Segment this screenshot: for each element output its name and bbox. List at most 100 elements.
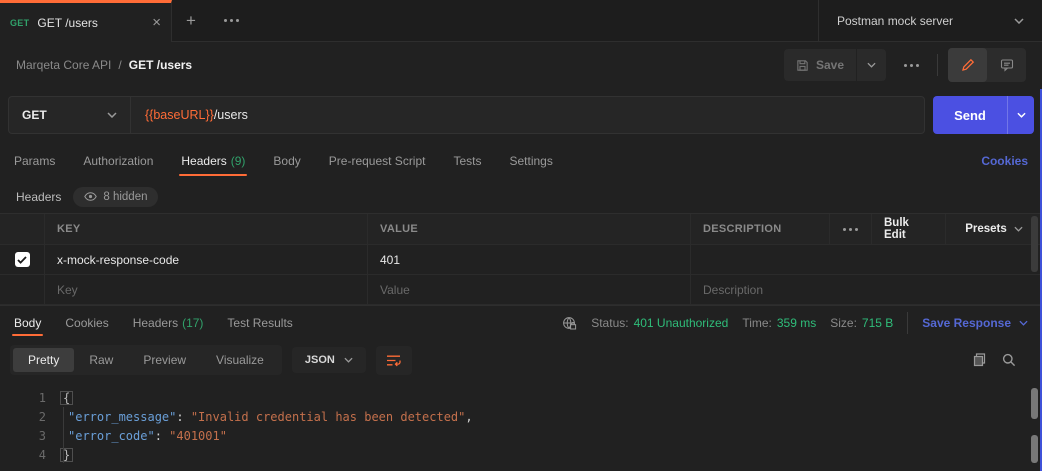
comment-button[interactable] (987, 48, 1026, 82)
table-more-button[interactable] (830, 214, 872, 244)
view-pretty-button[interactable]: Pretty (13, 348, 75, 372)
save-button-label: Save (815, 58, 844, 72)
response-tab-body-label: Body (14, 316, 42, 330)
json-separator: : (176, 409, 191, 424)
chevron-down-icon (1019, 320, 1028, 326)
response-body-editor[interactable]: 1 { 2 "error_message": "Invalid credenti… (0, 380, 1042, 464)
tab-headers[interactable]: Headers (9) (179, 142, 248, 180)
tab-authorization[interactable]: Authorization (83, 142, 153, 180)
new-value-input[interactable]: Value (368, 275, 691, 304)
line-number: 4 (38, 447, 46, 462)
row-checkbox-cell (0, 245, 45, 274)
response-tab-test-results[interactable]: Test Results (227, 306, 292, 340)
response-scrollbar-secondary[interactable] (1031, 435, 1038, 463)
hidden-headers-toggle[interactable]: 8 hidden (73, 186, 159, 207)
open-brace[interactable]: { (60, 390, 74, 405)
globe-lock-icon[interactable] (562, 316, 577, 331)
tab-prerequest-script[interactable]: Pre-request Script (329, 142, 426, 180)
divider (937, 54, 938, 76)
plus-icon: + (186, 10, 196, 30)
search-icon[interactable] (1002, 353, 1016, 367)
send-button[interactable]: Send (933, 96, 1007, 134)
url-box: GET {{baseURL}}/users (8, 96, 925, 134)
copy-icon[interactable] (973, 353, 986, 367)
tab-prerequest-label: Pre-request Script (328, 154, 426, 168)
cookies-link[interactable]: Cookies (981, 142, 1028, 180)
request-tab[interactable]: GET GET /users × (0, 0, 172, 42)
tab-tests[interactable]: Tests (453, 142, 481, 180)
select-all-cell (0, 214, 45, 244)
format-dropdown[interactable]: JSON (291, 347, 366, 373)
new-tab-button[interactable]: + (172, 0, 210, 41)
edit-button[interactable] (948, 48, 987, 82)
response-tab-cookies[interactable]: Cookies (65, 306, 108, 340)
view-raw-button[interactable]: Raw (74, 348, 128, 372)
save-icon (796, 59, 809, 72)
breadcrumb-collection[interactable]: Marqeta Core API (16, 58, 111, 72)
tab-body-label: Body (273, 154, 301, 168)
presets-label: Presets (965, 223, 1007, 235)
divider (907, 312, 909, 334)
pencil-icon (961, 58, 975, 72)
method-label: GET (22, 108, 47, 122)
wrap-lines-button[interactable] (375, 345, 412, 375)
response-scrollbar[interactable] (1031, 388, 1038, 419)
tab-body[interactable]: Body (273, 142, 300, 180)
response-tab-headers-label: Headers (132, 316, 179, 330)
chevron-down-icon (344, 357, 353, 363)
time-label: Time: (742, 316, 772, 330)
table-header-row: KEY VALUE DESCRIPTION Bulk Edit Presets (0, 214, 1042, 245)
header-value-input[interactable]: 401 (368, 245, 691, 274)
response-tab-body[interactable]: Body (11, 306, 44, 340)
json-string-value: "401001" (169, 428, 227, 443)
close-brace[interactable]: } (60, 447, 74, 462)
row-checkbox-cell (0, 275, 45, 304)
column-value: VALUE (368, 214, 691, 244)
tab-authorization-label: Authorization (83, 154, 154, 168)
json-comma: , (465, 409, 473, 424)
response-tab-headers[interactable]: Headers (17) (133, 306, 204, 340)
chevron-down-icon (107, 112, 117, 118)
headers-subrow: Headers 8 hidden (0, 180, 1042, 213)
tab-headers-count: (9) (230, 154, 246, 168)
time-value: 359 ms (776, 316, 817, 330)
tab-params[interactable]: Params (14, 142, 55, 180)
row-checkbox-checked[interactable] (14, 252, 30, 267)
json-string-value: "Invalid credential has been detected" (190, 409, 466, 424)
size-value: 715 B (861, 316, 894, 330)
save-response-button[interactable]: Save Response (922, 316, 1028, 330)
eye-icon (84, 192, 98, 201)
header-key-input[interactable]: x-mock-response-code (45, 245, 368, 274)
new-description-input[interactable]: Description (691, 275, 1042, 304)
save-button-group: Save (783, 49, 886, 81)
status-label: Status: (591, 316, 629, 330)
request-more-actions-button[interactable] (896, 49, 927, 81)
send-options-button[interactable] (1007, 96, 1034, 134)
save-options-button[interactable] (857, 49, 886, 81)
url-input[interactable]: {{baseURL}}/users (131, 108, 262, 122)
view-visualize-button[interactable]: Visualize (201, 348, 279, 372)
tab-settings[interactable]: Settings (510, 142, 553, 180)
method-dropdown[interactable]: GET (9, 97, 131, 133)
view-preview-button[interactable]: Preview (128, 348, 201, 372)
tab-options-button[interactable] (210, 0, 253, 41)
headers-section-title: Headers (16, 189, 62, 204)
presets-dropdown[interactable]: Presets (946, 214, 1042, 244)
save-button[interactable]: Save (784, 49, 857, 81)
chevron-down-icon (1014, 17, 1024, 24)
table-scrollbar[interactable] (1031, 216, 1038, 272)
response-view-row: Pretty Raw Preview Visualize JSON (0, 340, 1042, 380)
environment-selector[interactable]: Postman mock server (818, 0, 1042, 41)
tab-method-badge: GET (10, 17, 30, 28)
header-description-input[interactable] (691, 245, 1042, 274)
format-label: JSON (304, 354, 335, 366)
new-key-input[interactable]: Key (45, 275, 368, 304)
wrap-text-icon (386, 354, 402, 367)
json-key: "error_message" (68, 409, 177, 424)
url-path: /users (213, 108, 248, 122)
more-icon (223, 19, 239, 22)
close-icon[interactable]: × (152, 14, 161, 31)
response-toolbar-right (973, 353, 1032, 367)
request-actions: Save (783, 48, 1026, 82)
bulk-edit-button[interactable]: Bulk Edit (872, 214, 946, 244)
